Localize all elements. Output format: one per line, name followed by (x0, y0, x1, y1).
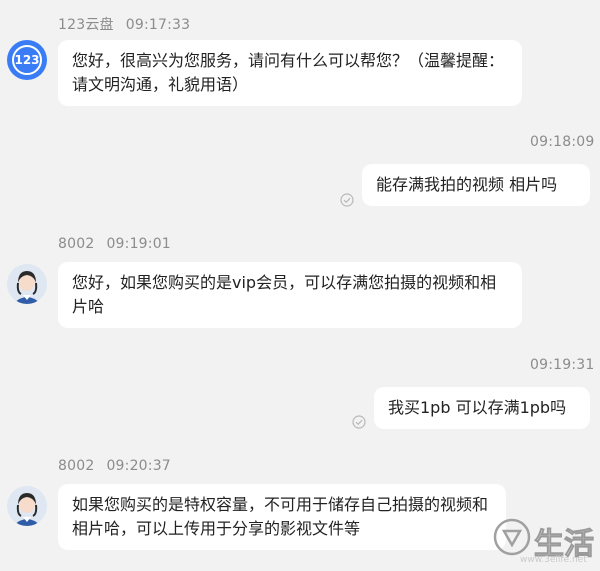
brand-avatar-label: 123 (14, 53, 40, 67)
sender-name: 8002 (58, 458, 95, 474)
message-bubble-incoming: 如果您购买的是特权容量，不可用于储存自己拍摄的视频和相片哈，可以上传用于分享的影… (58, 484, 506, 550)
chat-conversation: 123云盘 09:17:33 123 您好，很高兴为您服务，请问有什么可以帮您？（… (0, 0, 600, 571)
message-bubble-outgoing: 能存满我拍的视频 相片吗 (362, 164, 590, 206)
message-bubble-incoming: 您好，很高兴为您服务，请问有什么可以帮您？（温馨提醒：请文明沟通，礼貌用语） (58, 40, 522, 106)
message-time: 09:19:01 (106, 236, 171, 252)
sender-name: 8002 (58, 236, 95, 252)
message-time: 09:20:37 (106, 458, 171, 474)
read-check-icon (352, 415, 366, 429)
message-meta: 123云盘 09:17:33 (58, 14, 190, 34)
watermark-url: www.3elife.net (520, 555, 587, 565)
message-time: 09:17:33 (125, 17, 191, 33)
message-meta: 8002 09:19:01 (58, 236, 171, 252)
watermark-logo-icon (493, 518, 531, 556)
message-meta: 8002 09:20:37 (58, 458, 171, 474)
message-text: 您好，如果您购买的是vip会员，可以存满您拍摄的视频和相片哈 (72, 273, 497, 316)
agent-avatar (7, 264, 47, 304)
message-time: 09:18:09 (530, 134, 595, 150)
message-text: 您好，很高兴为您服务，请问有什么可以帮您？（温馨提醒：请文明沟通，礼貌用语） (72, 51, 505, 94)
message-bubble-incoming: 您好，如果您购买的是vip会员，可以存满您拍摄的视频和相片哈 (58, 262, 522, 328)
sender-name: 123云盘 (58, 17, 114, 33)
message-bubble-outgoing: 我买1pb 可以存满1pb吗 (374, 387, 590, 429)
read-check-icon (340, 193, 354, 207)
message-text: 能存满我拍的视频 相片吗 (376, 175, 558, 194)
message-text: 我买1pb 可以存满1pb吗 (388, 398, 567, 417)
agent-avatar (7, 486, 47, 526)
message-text: 如果您购买的是特权容量，不可用于储存自己拍摄的视频和相片哈，可以上传用于分享的影… (72, 495, 489, 538)
watermark: 生活 www.3elife.net (490, 513, 595, 567)
brand-avatar: 123 (7, 40, 47, 80)
message-time: 09:19:31 (530, 357, 595, 373)
